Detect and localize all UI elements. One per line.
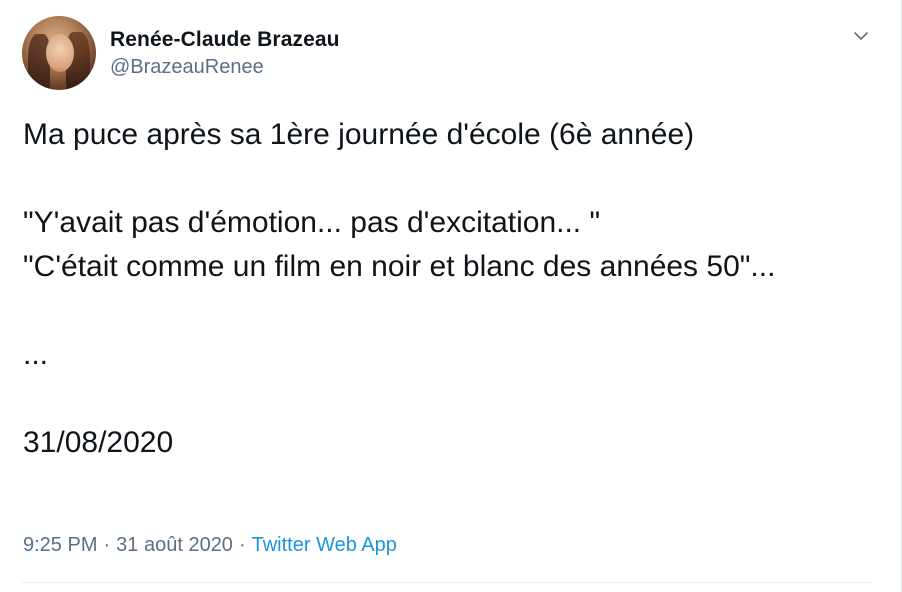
meta-separator: · (103, 534, 111, 556)
tweet-card: Renée-Claude Brazeau @BrazeauRenee Ma pu… (0, 0, 902, 592)
author-names: Renée-Claude Brazeau @BrazeauRenee (110, 27, 340, 80)
tweet-header: Renée-Claude Brazeau @BrazeauRenee (22, 16, 340, 90)
tweet-time[interactable]: 9:25 PM (23, 534, 97, 556)
avatar-face (46, 34, 74, 72)
author-display-name[interactable]: Renée-Claude Brazeau (110, 27, 340, 53)
tweet-text: Ma puce après sa 1ère journée d'école (6… (23, 118, 776, 459)
tweet-date[interactable]: 31 août 2020 (116, 534, 233, 556)
divider (22, 582, 873, 583)
avatar[interactable] (22, 16, 96, 90)
tweet-source-link[interactable]: Twitter Web App (252, 534, 397, 556)
tweet-meta: 9:25 PM · 31 août 2020 · Twitter Web App (23, 531, 397, 559)
chevron-down-icon-svg (854, 32, 868, 40)
meta-separator: · (238, 534, 246, 556)
author-handle[interactable]: @BrazeauRenee (110, 54, 340, 80)
chevron-down-icon[interactable] (851, 26, 871, 46)
